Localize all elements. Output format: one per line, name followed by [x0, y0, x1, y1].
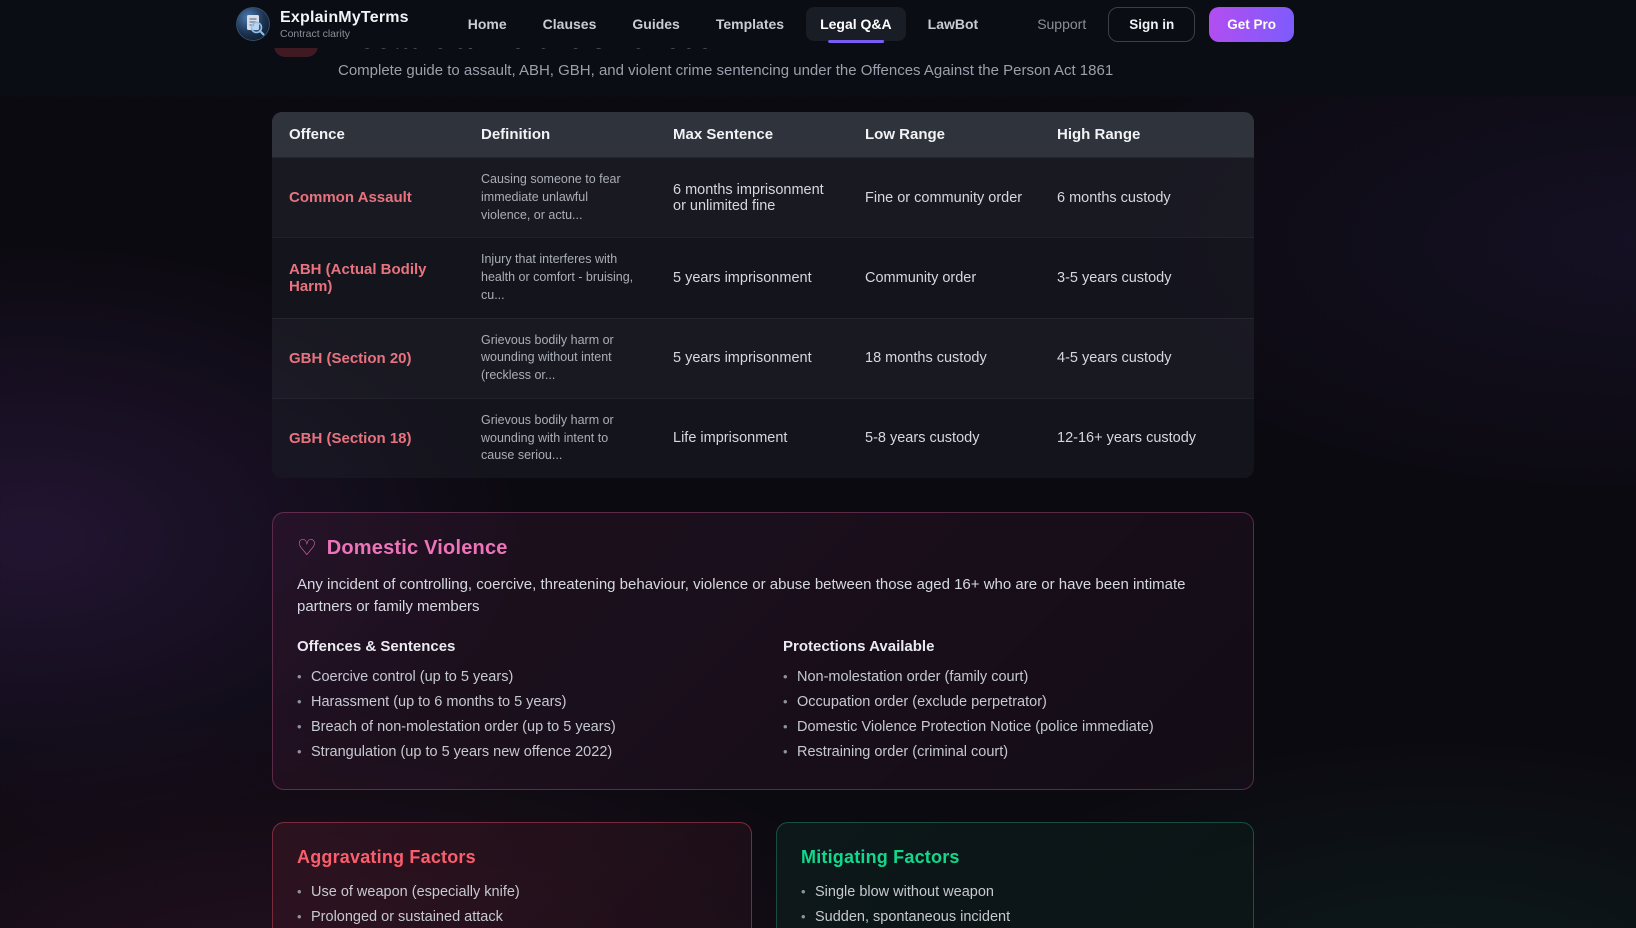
low-range-cell: Community order [848, 257, 1040, 299]
nav-link[interactable]: Legal Q&A [806, 7, 906, 41]
column-header-offence: Offence [272, 112, 464, 157]
offence-link[interactable]: Common Assault [272, 176, 464, 219]
high-range-cell: 6 months custody [1040, 177, 1254, 219]
list-item: Coercive control (up to 5 years) [297, 665, 743, 690]
offence-link[interactable]: ABH (Actual Bodily Harm) [272, 248, 464, 308]
table-header-row: Offence Definition Max Sentence Low Rang… [272, 112, 1254, 157]
list-item: Restraining order (criminal court) [783, 740, 1229, 765]
definition-cell: Grievous bodily harm or wounding without… [464, 319, 656, 398]
high-range-cell: 4-5 years custody [1040, 337, 1254, 379]
offences-sentences-heading: Offences & Sentences [297, 638, 743, 655]
mitigating-factors-list: Single blow without weapon Sudden, spont… [801, 880, 1229, 928]
table-row: Common Assault Causing someone to fear i… [272, 157, 1254, 237]
aggravating-factors-list: Use of weapon (especially knife) Prolong… [297, 880, 727, 928]
domestic-violence-card: ♡ Domestic Violence Any incident of cont… [272, 512, 1254, 790]
nav-link[interactable]: Clauses [529, 7, 611, 41]
domestic-violence-description: Any incident of controlling, coercive, t… [297, 574, 1227, 618]
list-item: Prolonged or sustained attack [297, 905, 727, 928]
main-nav: Home Clauses Guides Templates Legal Q&A … [409, 7, 1037, 41]
offences-table: Offence Definition Max Sentence Low Rang… [272, 112, 1254, 478]
list-item: Non-molestation order (family court) [783, 665, 1229, 690]
low-range-cell: 18 months custody [848, 337, 1040, 379]
max-sentence-cell: 5 years imprisonment [656, 337, 848, 379]
offences-sentences-column: Offences & Sentences Coercive control (u… [297, 638, 743, 765]
table-row: GBH (Section 20) Grievous bodily harm or… [272, 318, 1254, 398]
column-header-max-sentence: Max Sentence [656, 112, 848, 157]
heart-outline-icon: ♡ [297, 538, 317, 560]
get-pro-button[interactable]: Get Pro [1209, 7, 1294, 42]
page-subtitle: Complete guide to assault, ABH, GBH, and… [338, 62, 1254, 79]
list-item: Strangulation (up to 5 years new offence… [297, 740, 743, 765]
column-header-low-range: Low Range [848, 112, 1040, 157]
table-row: GBH (Section 18) Grievous bodily harm or… [272, 398, 1254, 478]
protections-heading: Protections Available [783, 638, 1229, 655]
list-item: Occupation order (exclude perpetrator) [783, 690, 1229, 715]
table-row: ABH (Actual Bodily Harm) Injury that int… [272, 237, 1254, 317]
definition-cell: Injury that interferes with health or co… [464, 238, 656, 317]
aggravating-factors-title: Aggravating Factors [297, 847, 727, 868]
column-header-high-range: High Range [1040, 112, 1254, 157]
high-range-cell: 12-16+ years custody [1040, 417, 1254, 459]
nav-link[interactable]: Templates [702, 7, 798, 41]
mitigating-factors-card: Mitigating Factors Single blow without w… [776, 822, 1254, 928]
list-item: Sudden, spontaneous incident [801, 905, 1229, 928]
max-sentence-cell: 5 years imprisonment [656, 257, 848, 299]
top-navbar: ExplainMyTerms Contract clarity Home Cla… [0, 0, 1636, 48]
max-sentence-cell: Life imprisonment [656, 417, 848, 459]
offences-sentences-list: Coercive control (up to 5 years) Harassm… [297, 665, 743, 765]
domestic-violence-title: Domestic Violence [327, 537, 508, 560]
nav-link[interactable]: Guides [618, 7, 693, 41]
list-item: Domestic Violence Protection Notice (pol… [783, 715, 1229, 740]
brand-name: ExplainMyTerms [280, 9, 409, 27]
protections-column: Protections Available Non-molestation or… [783, 638, 1229, 765]
list-item: Breach of non-molestation order (up to 5… [297, 715, 743, 740]
brand[interactable]: ExplainMyTerms Contract clarity [236, 7, 409, 41]
aggravating-factors-card: Aggravating Factors Use of weapon (espec… [272, 822, 752, 928]
nav-link[interactable]: LawBot [914, 7, 993, 41]
high-range-cell: 3-5 years custody [1040, 257, 1254, 299]
brand-tagline: Contract clarity [280, 28, 409, 40]
list-item: Use of weapon (especially knife) [297, 880, 727, 905]
max-sentence-cell: 6 months imprisonment or unlimited fine [656, 169, 848, 227]
nav-link[interactable]: Home [454, 7, 521, 41]
list-item: Single blow without weapon [801, 880, 1229, 905]
support-link[interactable]: Support [1037, 16, 1086, 32]
protections-list: Non-molestation order (family court) Occ… [783, 665, 1229, 765]
offence-link[interactable]: GBH (Section 18) [272, 417, 464, 460]
low-range-cell: 5-8 years custody [848, 417, 1040, 459]
column-header-definition: Definition [464, 112, 656, 157]
low-range-cell: Fine or community order [848, 177, 1040, 219]
definition-cell: Grievous bodily harm or wounding with in… [464, 399, 656, 478]
mitigating-factors-title: Mitigating Factors [801, 847, 1229, 868]
offence-link[interactable]: GBH (Section 20) [272, 337, 464, 380]
sign-in-button[interactable]: Sign in [1108, 7, 1195, 42]
list-item: Harassment (up to 6 months to 5 years) [297, 690, 743, 715]
definition-cell: Causing someone to fear immediate unlawf… [464, 158, 656, 237]
logo-icon [236, 7, 270, 41]
